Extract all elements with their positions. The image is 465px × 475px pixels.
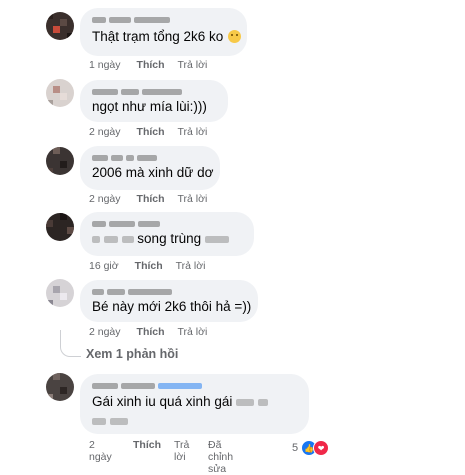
comment-bubble: Bé này mới 2k6 thôi hả =)) xyxy=(80,280,258,322)
avatar[interactable] xyxy=(46,12,74,40)
commenter-name[interactable] xyxy=(92,382,297,390)
unamused-face-icon xyxy=(228,30,242,43)
comment-time[interactable]: 2 ngày xyxy=(89,439,115,463)
comment-text: song trùng xyxy=(92,230,242,248)
reactions-summary[interactable]: 5 👍 ❤ xyxy=(292,440,330,456)
reply-button[interactable]: Trả lời xyxy=(174,439,192,463)
commenter-name[interactable] xyxy=(92,154,208,162)
love-reaction-icon: ❤ xyxy=(313,440,330,456)
comment-text: Thật trạm tổng 2k6 ko xyxy=(92,28,242,46)
comment-bubble: Gái xinh iu quá xinh gái xyxy=(80,374,309,434)
reply-button[interactable]: Trả lời xyxy=(178,59,208,71)
comment-bubble: 2006 mà xinh dữ dơ xyxy=(80,146,220,190)
comment-text: 2006 mà xinh dữ dơ xyxy=(92,165,214,180)
avatar[interactable] xyxy=(46,79,74,107)
comment-time[interactable]: 2 ngày xyxy=(89,193,121,205)
comment-time[interactable]: 1 ngày xyxy=(89,59,121,71)
comment-meta: 2 ngày Thích Trả lời xyxy=(89,193,220,205)
comment-bubble: Thật trạm tổng 2k6 ko xyxy=(80,8,247,56)
reply-button[interactable]: Trả lời xyxy=(178,126,208,138)
edited-label[interactable]: Đã chỉnh sửa xyxy=(208,439,248,475)
comment-text: ngọt như mía lùi:))) xyxy=(92,99,207,114)
comment-time[interactable]: 2 ngày xyxy=(89,126,121,138)
commenter-name[interactable] xyxy=(92,16,235,24)
reply-button[interactable]: Trả lời xyxy=(178,193,208,205)
comment-meta: 1 ngày Thích Trả lời xyxy=(89,59,220,71)
like-button[interactable]: Thích xyxy=(137,126,165,138)
comment-meta: 16 giờ Thích Trả lời xyxy=(89,260,219,272)
comment-bubble: song trùng xyxy=(80,212,254,256)
comment-meta: 2 ngày Thích Trả lời Đã chỉnh sửa xyxy=(89,439,261,475)
avatar[interactable] xyxy=(46,373,74,401)
like-button[interactable]: Thích xyxy=(135,260,163,272)
commenter-name[interactable] xyxy=(92,220,242,228)
comment-time[interactable]: 16 giờ xyxy=(89,260,119,272)
reply-button[interactable]: Trả lời xyxy=(178,326,208,338)
like-button[interactable]: Thích xyxy=(137,59,165,71)
commenter-name[interactable] xyxy=(92,88,216,96)
reaction-count: 5 xyxy=(292,442,299,454)
like-button[interactable]: Thích xyxy=(133,439,161,451)
comment-meta: 2 ngày Thích Trả lời xyxy=(89,326,220,338)
like-button[interactable]: Thích xyxy=(137,193,165,205)
avatar[interactable] xyxy=(46,147,74,175)
commenter-name[interactable] xyxy=(92,288,246,296)
comment-time[interactable]: 2 ngày xyxy=(89,326,121,338)
comment-text: Gái xinh iu quá xinh gái xyxy=(92,393,297,411)
comment-text: Bé này mới 2k6 thôi hả =)) xyxy=(92,299,252,314)
view-replies-link[interactable]: Xem 1 phản hồi xyxy=(86,347,178,361)
avatar[interactable] xyxy=(46,213,74,241)
comment-bubble: ngọt như mía lùi:))) xyxy=(80,80,228,122)
reply-button[interactable]: Trả lời xyxy=(176,260,206,272)
avatar[interactable] xyxy=(46,279,74,307)
like-button[interactable]: Thích xyxy=(137,326,165,338)
thread-connector xyxy=(60,330,81,357)
comment-text-continued xyxy=(92,412,297,430)
comment-meta: 2 ngày Thích Trả lời xyxy=(89,126,220,138)
